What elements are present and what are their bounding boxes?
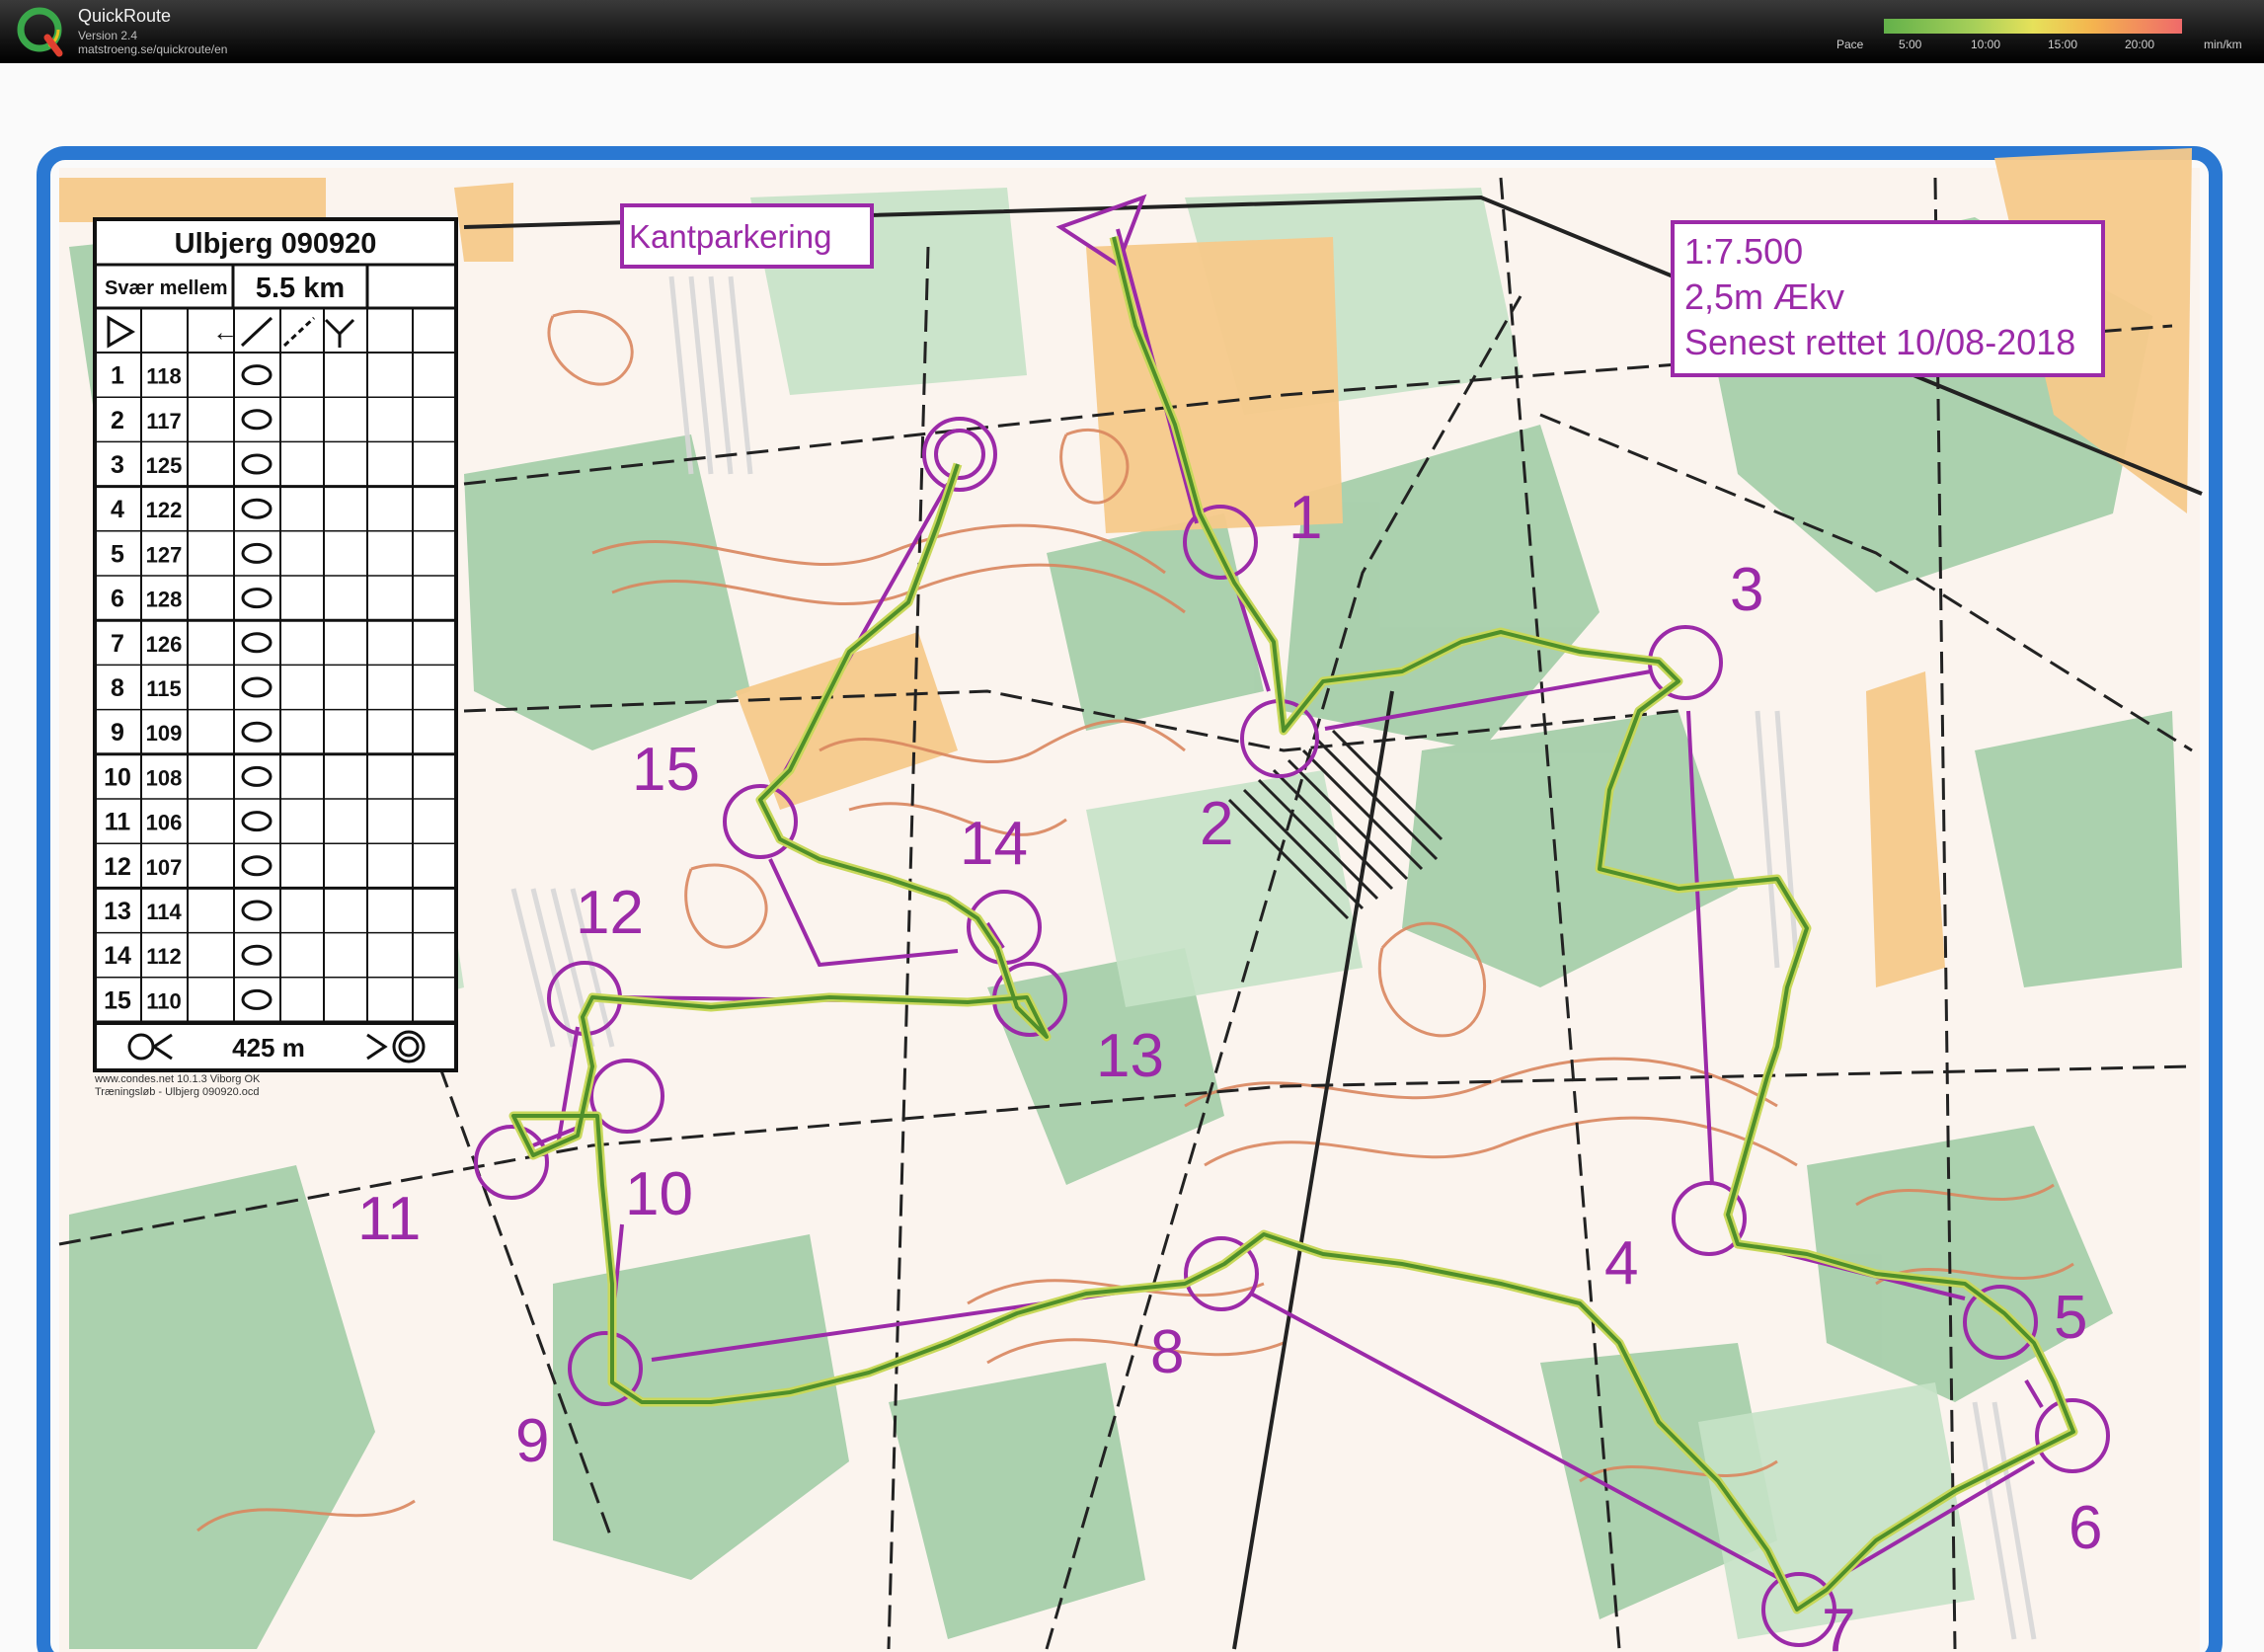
control-number-7: 7 [1822,1597,1855,1652]
control-seq-11: 11 [105,809,131,836]
control-seq-6: 6 [111,586,124,613]
control-seq-12: 12 [104,853,131,881]
control-number-13: 13 [1096,1022,1164,1090]
course-length: 5.5 km [256,273,345,304]
control-number-2: 2 [1200,790,1233,858]
control-number-9: 9 [515,1407,549,1475]
map-scale: 1:7.500 [1684,231,1803,272]
control-code-14: 112 [146,944,182,969]
revision-date: Senest rettet 10/08-2018 [1684,322,2075,362]
control-code-11: 106 [146,811,183,835]
orienteering-map[interactable]: 1 2 3 4 5 6 7 8 9 10 11 12 13 14 15 Kant… [0,63,2264,1652]
control-code-13: 114 [146,900,182,924]
control-code-1: 118 [146,364,182,389]
control-code-12: 107 [146,855,183,880]
app-name: QuickRoute [78,6,172,26]
finish-distance: 425 m [232,1033,305,1062]
control-number-15: 15 [632,736,700,804]
app-url[interactable]: matstroeng.se/quickroute/en [78,42,227,56]
control-number-3: 3 [1730,556,1763,624]
control-code-5: 127 [146,542,183,567]
control-number-8: 8 [1150,1318,1184,1386]
pace-tick-20: 20:00 [2125,38,2155,51]
control-number-1: 1 [1288,484,1322,552]
contour-interval: 2,5m Ækv [1684,276,1844,317]
control-code-15: 110 [146,988,182,1013]
control-seq-15: 15 [104,986,131,1014]
control-code-10: 108 [146,765,183,790]
control-number-10: 10 [625,1160,693,1228]
control-seq-9: 9 [111,719,124,747]
control-code-8: 115 [146,676,182,701]
control-seq-4: 4 [111,496,124,523]
event-title: Ulbjerg 090920 [175,228,377,260]
pace-tick-10: 10:00 [1971,38,2001,51]
pace-tick-15: 15:00 [2048,38,2078,51]
app-version: Version 2.4 [78,29,138,42]
control-code-3: 125 [146,453,183,478]
control-number-6: 6 [2069,1494,2102,1562]
control-description-sheet: Ulbjerg 090920 Svær mellem 5.5 km ← 1 118… [93,217,458,1072]
control-seq-3: 3 [111,451,124,479]
pace-label: Pace [1836,38,1864,51]
parking-label: Kantparkering [629,218,831,255]
title-bar: QuickRoute Version 2.4 matstroeng.se/qui… [0,0,2264,63]
file-footer: Træningsløb - Ulbjerg 090920.ocd [95,1086,260,1098]
control-number-14: 14 [960,810,1028,878]
quickroute-logo-icon [17,7,63,57]
control-seq-14: 14 [104,942,131,970]
control-seq-2: 2 [111,407,124,434]
control-code-4: 122 [146,498,183,522]
pace-color-bar [1884,19,2182,34]
control-seq-13: 13 [104,898,131,925]
course-category: Svær mellem [105,277,228,299]
pace-tick-5: 5:00 [1899,38,1922,51]
control-seq-10: 10 [104,763,131,791]
control-number-4: 4 [1604,1229,1638,1298]
control-seq-5: 5 [111,540,124,568]
control-number-5: 5 [2054,1284,2087,1352]
pace-unit: min/km [2204,38,2242,51]
control-code-2: 117 [146,409,182,433]
condes-footer: www.condes.net 10.1.3 Viborg OK [94,1073,261,1085]
control-seq-1: 1 [111,362,124,390]
control-code-7: 126 [146,632,183,657]
control-seq-8: 8 [111,674,124,702]
control-code-6: 128 [146,588,183,612]
control-number-11: 11 [357,1185,421,1253]
control-code-9: 109 [146,721,183,746]
control-number-12: 12 [576,879,644,947]
control-seq-7: 7 [111,630,124,658]
